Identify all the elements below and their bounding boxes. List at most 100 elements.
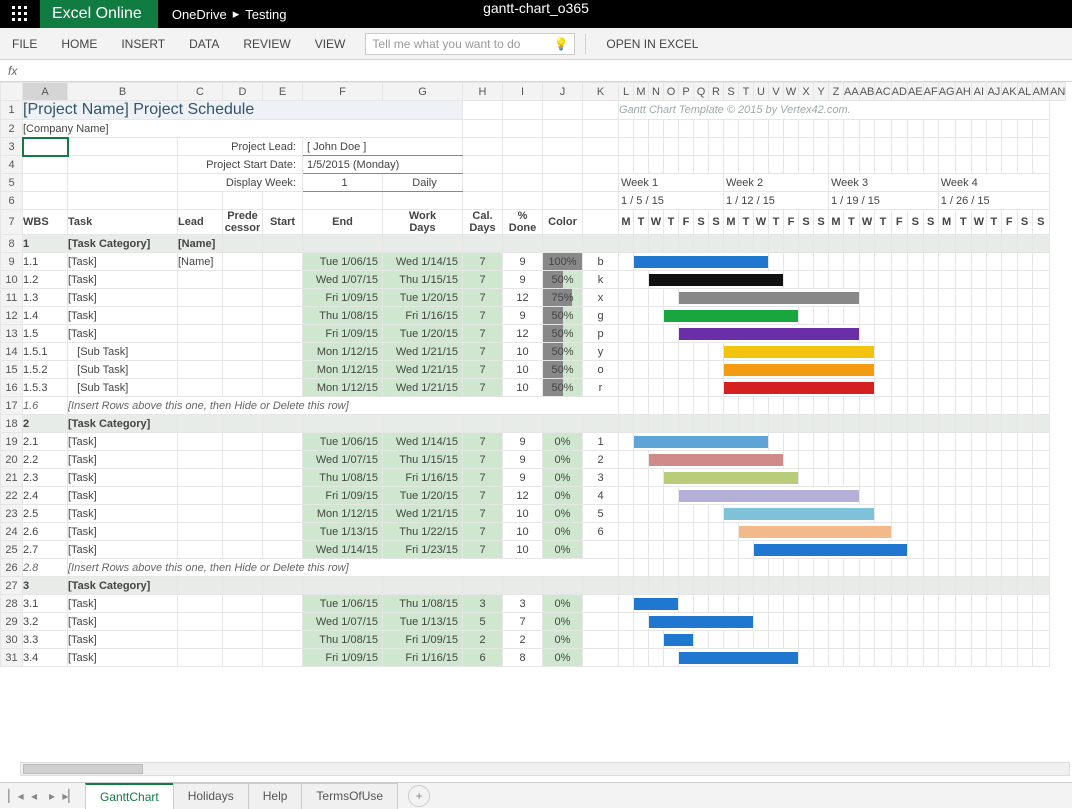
start-date[interactable]: Thu 1/08/15 <box>303 307 383 325</box>
wbs[interactable]: 1.5 <box>23 325 68 343</box>
work-days[interactable]: 7 <box>463 343 503 361</box>
open-in-excel-button[interactable]: OPEN IN EXCEL <box>596 37 708 51</box>
col-header-V[interactable]: V <box>769 83 784 101</box>
lead[interactable] <box>178 469 223 487</box>
work-days[interactable]: 7 <box>463 433 503 451</box>
task-category[interactable]: [Task Category] <box>68 577 178 595</box>
color-code[interactable]: 1 <box>583 433 619 451</box>
color-code[interactable] <box>583 649 619 667</box>
tab-nav-first-icon[interactable]: ▏◂ <box>8 789 24 803</box>
row-header-13[interactable]: 13 <box>1 325 23 343</box>
lead[interactable] <box>178 325 223 343</box>
cal-days[interactable]: 12 <box>503 487 543 505</box>
app-launcher-icon[interactable] <box>0 0 40 28</box>
pct-done[interactable]: 50% <box>543 307 583 325</box>
col-header-I[interactable]: I <box>503 83 543 101</box>
col-header-AI[interactable]: AI <box>971 83 986 101</box>
end-date[interactable]: Fri 1/16/15 <box>383 649 463 667</box>
end-date[interactable]: Wed 1/21/15 <box>383 361 463 379</box>
end-date[interactable]: Fri 1/16/15 <box>383 307 463 325</box>
task-name[interactable]: [Task] <box>68 595 178 613</box>
row-header-16[interactable]: 16 <box>1 379 23 397</box>
task-name[interactable]: [Task] <box>68 271 178 289</box>
pct-done[interactable]: 0% <box>543 595 583 613</box>
lead[interactable] <box>178 415 223 433</box>
display-freq[interactable]: Daily <box>383 174 463 192</box>
color-code[interactable]: r <box>583 379 619 397</box>
work-days[interactable]: 7 <box>463 541 503 559</box>
end-date[interactable]: Fri 1/23/15 <box>383 541 463 559</box>
lead[interactable] <box>178 577 223 595</box>
task-name[interactable]: [Task] <box>68 613 178 631</box>
worksheet[interactable]: ABCDEFGHIJKLMNOPQRSTUVWXYZAAABACADAEAFAG… <box>0 82 1072 782</box>
col-header-AH[interactable]: AH <box>955 83 971 101</box>
col-header-AC[interactable]: AC <box>875 83 891 101</box>
col-header-AK[interactable]: AK <box>1001 83 1017 101</box>
wbs[interactable]: 3.1 <box>23 595 68 613</box>
wbs[interactable]: 1.2 <box>23 271 68 289</box>
company-name[interactable]: [Company Name] <box>23 120 463 138</box>
end-date[interactable]: Wed 1/14/15 <box>383 433 463 451</box>
col-header-AN[interactable]: AN <box>1050 83 1066 101</box>
row-header-17[interactable]: 17 <box>1 397 23 415</box>
lead[interactable] <box>178 289 223 307</box>
color-code[interactable]: 4 <box>583 487 619 505</box>
insert-row-note[interactable]: [Insert Rows above this one, then Hide o… <box>68 397 619 415</box>
work-days[interactable]: 7 <box>463 379 503 397</box>
col-header-U[interactable]: U <box>754 83 769 101</box>
col-header-S[interactable]: S <box>724 83 739 101</box>
work-days[interactable]: 7 <box>463 451 503 469</box>
wbs[interactable]: 3.2 <box>23 613 68 631</box>
color-code[interactable]: b <box>583 253 619 271</box>
col-header-AM[interactable]: AM <box>1032 83 1050 101</box>
col-header-L[interactable]: L <box>619 83 634 101</box>
tab-nav-next-icon[interactable]: ▸ <box>44 789 60 803</box>
cal-days[interactable]: 10 <box>503 379 543 397</box>
task-name[interactable]: [Task] <box>68 469 178 487</box>
lead[interactable] <box>178 343 223 361</box>
work-days[interactable]: 2 <box>463 631 503 649</box>
start-date[interactable]: Tue 1/13/15 <box>303 523 383 541</box>
color-code[interactable]: o <box>583 361 619 379</box>
col-header-A[interactable]: A <box>23 83 68 101</box>
row-header-11[interactable]: 11 <box>1 289 23 307</box>
work-days[interactable]: 7 <box>463 469 503 487</box>
cal-days[interactable]: 9 <box>503 469 543 487</box>
row-header-9[interactable]: 9 <box>1 253 23 271</box>
end-date[interactable]: Thu 1/15/15 <box>383 451 463 469</box>
wbs[interactable]: 1.4 <box>23 307 68 325</box>
work-days[interactable]: 7 <box>463 523 503 541</box>
lead[interactable] <box>178 307 223 325</box>
start-date[interactable]: Wed 1/14/15 <box>303 541 383 559</box>
work-days[interactable]: 7 <box>463 325 503 343</box>
lead[interactable] <box>178 613 223 631</box>
start-date[interactable]: Fri 1/09/15 <box>303 325 383 343</box>
pct-done[interactable]: 50% <box>543 379 583 397</box>
end-date[interactable]: Tue 1/20/15 <box>383 487 463 505</box>
end-date[interactable]: Thu 1/22/15 <box>383 523 463 541</box>
work-days[interactable]: 7 <box>463 307 503 325</box>
lead[interactable] <box>178 271 223 289</box>
lead[interactable] <box>178 487 223 505</box>
display-week-value[interactable]: 1 <box>303 174 383 192</box>
start-date-value[interactable]: 1/5/2015 (Monday) <box>303 156 463 174</box>
work-days[interactable]: 7 <box>463 271 503 289</box>
task-name[interactable]: [Task] <box>68 451 178 469</box>
row-header-22[interactable]: 22 <box>1 487 23 505</box>
pct-done[interactable]: 0% <box>543 541 583 559</box>
wbs[interactable]: 2.6 <box>23 523 68 541</box>
task-name[interactable]: [Task] <box>68 541 178 559</box>
col-header-K[interactable]: K <box>583 83 619 101</box>
col-header-wd[interactable]: Work Days <box>383 210 463 235</box>
lead[interactable] <box>178 541 223 559</box>
work-days[interactable]: 7 <box>463 487 503 505</box>
cal-days[interactable]: 10 <box>503 343 543 361</box>
start-date[interactable]: Fri 1/09/15 <box>303 487 383 505</box>
start-date[interactable]: Fri 1/09/15 <box>303 289 383 307</box>
wbs[interactable]: 2 <box>23 415 68 433</box>
lead[interactable] <box>178 361 223 379</box>
col-header-start[interactable]: Start <box>263 210 303 235</box>
task-category[interactable]: [Task Category] <box>68 415 178 433</box>
cal-days[interactable]: 10 <box>503 541 543 559</box>
pct-done[interactable]: 0% <box>543 613 583 631</box>
